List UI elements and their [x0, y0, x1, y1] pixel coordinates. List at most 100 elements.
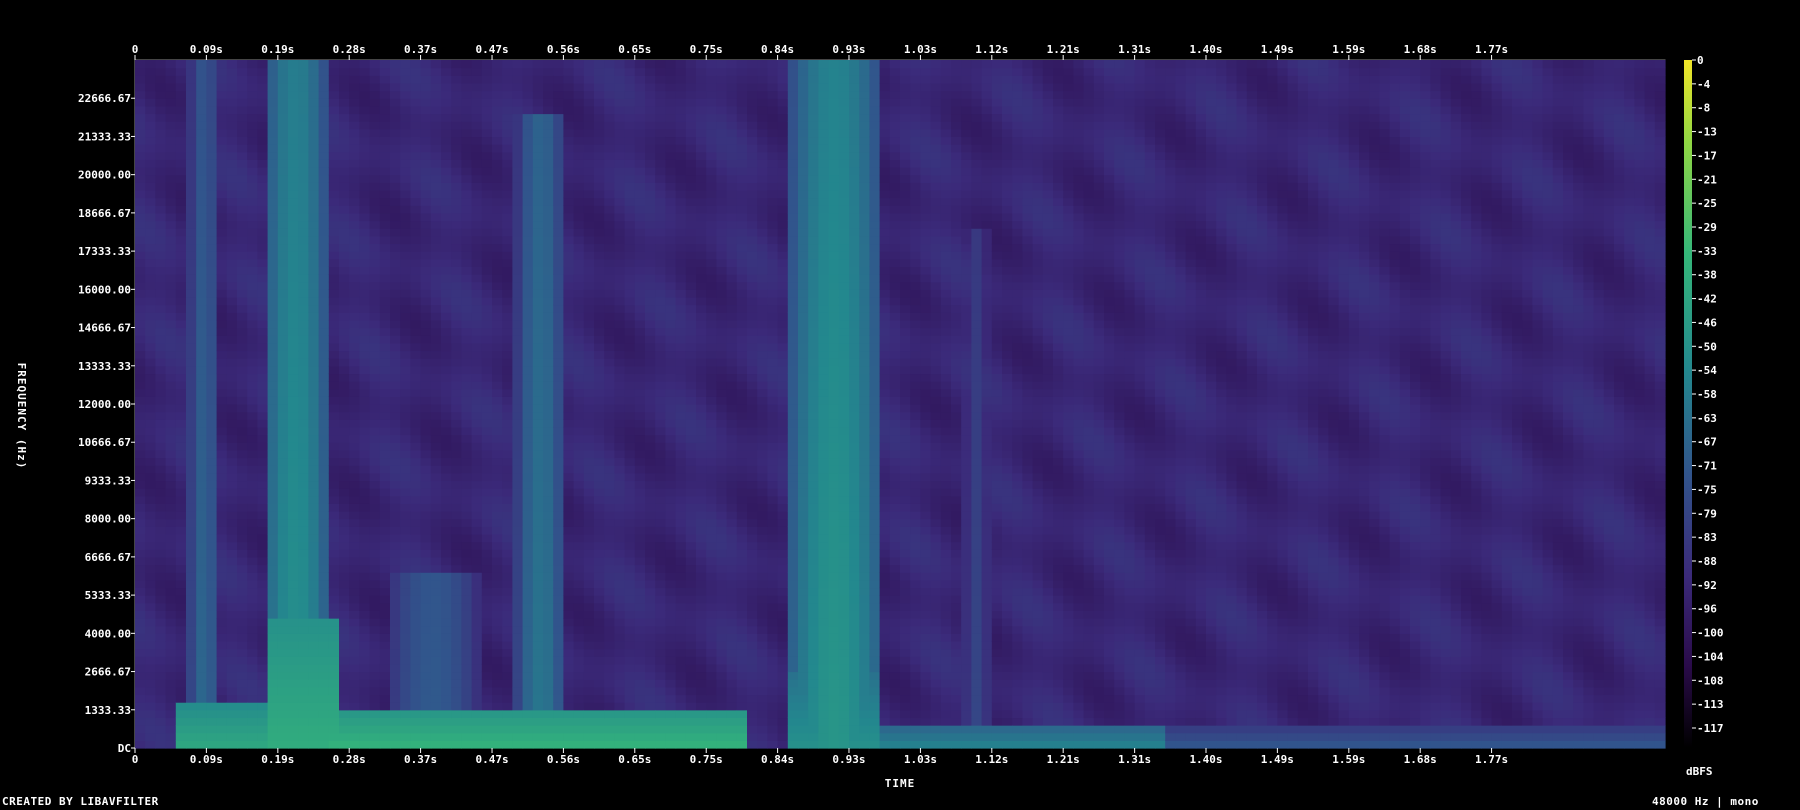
- heatmap-cell: [288, 602, 299, 611]
- heatmap-cell: [339, 679, 350, 688]
- heatmap-cell: [532, 640, 544, 650]
- heatmap-cell: [481, 174, 493, 183]
- heatmap-cell: [257, 404, 269, 413]
- heatmap-cell: [247, 717, 258, 726]
- heatmap-cell: [430, 648, 442, 657]
- heatmap-cell: [685, 702, 697, 711]
- heatmap-cell: [563, 266, 575, 275]
- heatmap-cell: [196, 151, 207, 160]
- heatmap-cell: [532, 197, 544, 206]
- heatmap-cell: [410, 541, 422, 550]
- heatmap-cell: [349, 319, 360, 329]
- heatmap-cell: [247, 136, 258, 145]
- heatmap-cell: [563, 702, 575, 711]
- heatmap-cell: [563, 167, 575, 176]
- heatmap-cell: [410, 312, 422, 321]
- heatmap-cell: [665, 717, 677, 726]
- heatmap-cell: [573, 381, 585, 390]
- heatmap-cell: [237, 679, 248, 688]
- heatmap-cell: [328, 457, 340, 466]
- heatmap-cell: [522, 595, 534, 604]
- heatmap-cell: [430, 396, 442, 405]
- heatmap-cell: [624, 656, 636, 665]
- heatmap-cell: [267, 610, 279, 619]
- heatmap-cell: [502, 90, 513, 99]
- heatmap-cell: [675, 327, 687, 336]
- heatmap-cell: [410, 625, 422, 634]
- heatmap-cell: [594, 495, 605, 504]
- heatmap-cell: [349, 663, 360, 673]
- heatmap-cell: [369, 717, 381, 726]
- heatmap-cell: [237, 304, 248, 313]
- heatmap-cell: [492, 151, 503, 160]
- heatmap-cell: [634, 98, 646, 107]
- heatmap-cell: [604, 595, 615, 604]
- heatmap-cell: [696, 572, 707, 581]
- heatmap-cell: [277, 151, 289, 160]
- heatmap-cell: [645, 640, 656, 650]
- heatmap-cell: [349, 121, 360, 130]
- heatmap-cell: [685, 136, 697, 145]
- heatmap-cell: [645, 556, 656, 566]
- heatmap-cell: [512, 725, 524, 734]
- heatmap-cell: [216, 105, 228, 115]
- heatmap-cell: [481, 182, 493, 191]
- heatmap-cell: [155, 465, 167, 474]
- heatmap-cell: [655, 709, 666, 719]
- heatmap-cell: [308, 587, 320, 596]
- heatmap-cell: [308, 281, 320, 290]
- heatmap-cell: [339, 75, 350, 84]
- heatmap-cell: [206, 442, 218, 451]
- heatmap-cell: [685, 488, 697, 497]
- heatmap-cell: [685, 212, 697, 222]
- heatmap-cell: [318, 167, 330, 176]
- heatmap-cell: [471, 633, 483, 642]
- heatmap-cell: [563, 121, 575, 130]
- heatmap-cell: [216, 197, 228, 206]
- heatmap-cell: [349, 304, 360, 313]
- heatmap-cell: [226, 312, 238, 321]
- heatmap-cell: [155, 159, 167, 168]
- heatmap-cell: [216, 60, 228, 69]
- heatmap-cell: [206, 228, 218, 237]
- heatmap-cell: [573, 656, 585, 665]
- heatmap-cell: [257, 511, 269, 520]
- heatmap-cell: [308, 296, 320, 306]
- heatmap-cell: [532, 144, 544, 153]
- heatmap-cell: [420, 533, 432, 543]
- heatmap-cell: [175, 289, 187, 298]
- heatmap-cell: [165, 572, 177, 581]
- heatmap-cell: [645, 82, 656, 92]
- heatmap-cell: [247, 205, 258, 214]
- heatmap-cell: [369, 105, 381, 115]
- heatmap-cell: [522, 319, 534, 329]
- heatmap-cell: [471, 572, 483, 581]
- heatmap-cell: [206, 549, 218, 558]
- heatmap-cell: [573, 296, 585, 306]
- heatmap-cell: [257, 335, 269, 344]
- heatmap-cell: [553, 296, 564, 306]
- heatmap-cell: [451, 98, 462, 107]
- heatmap-cell: [288, 633, 299, 642]
- heatmap-cell: [277, 465, 289, 474]
- heatmap-cell: [226, 717, 238, 726]
- heatmap-cell: [247, 633, 258, 642]
- heatmap-cell: [634, 396, 646, 405]
- heatmap-cell: [573, 694, 585, 703]
- heatmap-cell: [288, 480, 299, 489]
- heatmap-cell: [186, 365, 197, 375]
- heatmap-cell: [573, 404, 585, 413]
- heatmap-cell: [288, 595, 299, 604]
- heatmap-cell: [430, 694, 442, 703]
- heatmap-cell: [226, 167, 238, 176]
- heatmap-cell: [390, 488, 401, 497]
- heatmap-cell: [614, 587, 626, 596]
- heatmap-cell: [665, 90, 677, 99]
- heatmap-cell: [573, 671, 585, 680]
- heatmap-cell: [145, 610, 156, 619]
- heatmap-cell: [359, 495, 371, 504]
- heatmap-cell: [369, 434, 381, 443]
- heatmap-cell: [594, 167, 605, 176]
- heatmap-cell: [624, 602, 636, 611]
- heatmap-cell: [553, 90, 564, 99]
